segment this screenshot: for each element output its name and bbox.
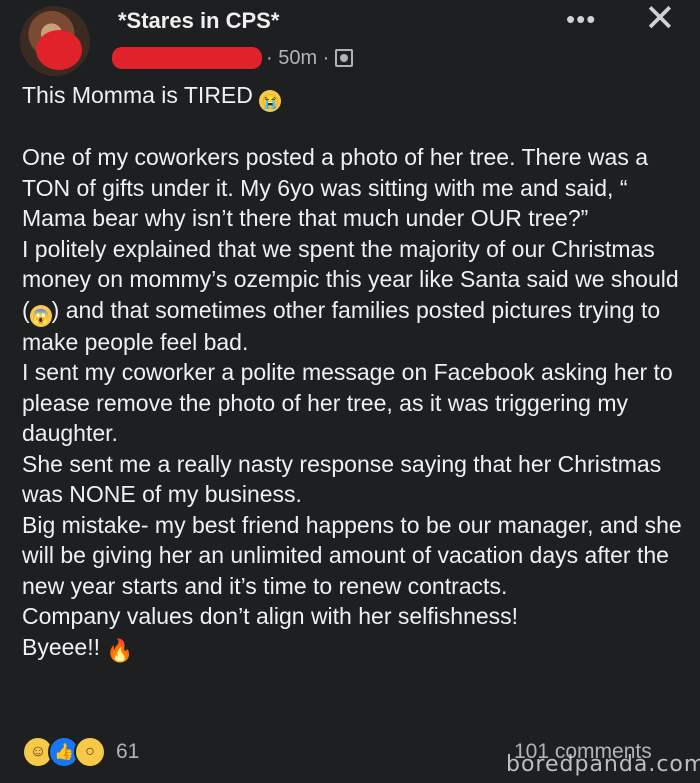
post-body: This Momma is TIRED 😭 One of my coworker… [22,80,682,662]
watermark: boredpanda.com [506,752,700,777]
post-footer: ☺ 👍 ○ 61 101 comments boredpanda.com [0,726,700,783]
post-paragraph: Big mistake- my best friend happens to b… [22,511,682,599]
post-paragraph: Company values don’t align with her self… [22,603,519,629]
page-name[interactable]: *Stares in CPS* [118,8,279,34]
post-paragraph: I sent my coworker a polite message on F… [22,359,673,446]
fearful-face-emoji-icon: 😱 [29,304,52,327]
post-title: This Momma is TIRED 😭 [22,80,682,112]
post-paragraph: She sent me a really nasty response sayi… [22,450,662,508]
fire-emoji-icon: 🔥 [106,637,134,663]
friends-icon [335,49,354,67]
author-redaction [112,47,262,69]
more-horizontal-icon[interactable]: ••• [566,4,596,35]
post-paragraph: I politely explained that we spent the m… [22,235,679,355]
post-paragraph: Byeee!! 🔥 [22,633,134,663]
close-icon[interactable]: ✕ [644,0,676,41]
reaction-count[interactable]: 61 [116,740,139,764]
post-paragraph: One of my coworkers posted a photo of he… [22,144,649,231]
reactions[interactable]: ☺ 👍 ○ [22,736,106,768]
post-meta: · 50m · [112,44,354,72]
post-time[interactable]: · 50m · [266,47,329,70]
redaction-mark [36,30,82,70]
wow-icon: ○ [74,736,106,768]
loudly-crying-emoji-icon: 😭 [259,90,282,112]
post-header: *Stares in CPS* · 50m · ••• ✕ [0,0,700,80]
